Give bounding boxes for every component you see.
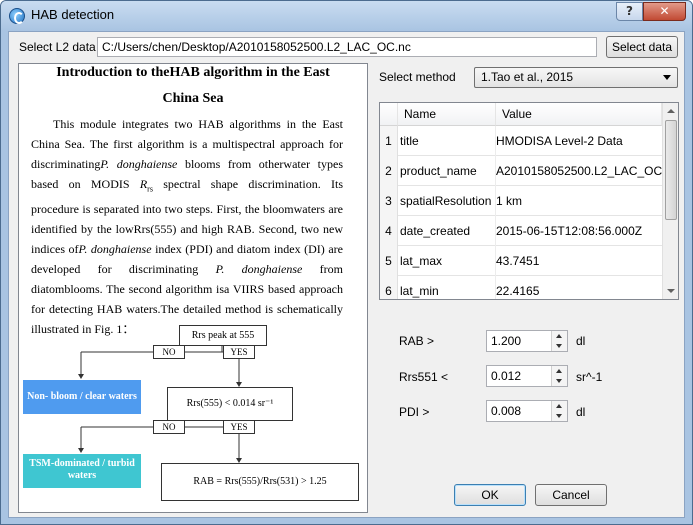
row-number: 1 xyxy=(380,126,398,156)
hab-detection-window: HAB detection ? ✕ Select L2 data C:/User… xyxy=(0,0,693,525)
scroll-down-icon[interactable] xyxy=(667,289,675,293)
table-row[interactable]: 4 date_created 2015-06-15T12:08:56.000Z xyxy=(380,216,662,246)
row-value: A2010158052500.L2_LAC_OC.nc xyxy=(496,164,662,178)
row-number: 5 xyxy=(380,246,398,276)
row-value: 43.7451 xyxy=(496,254,540,268)
row-value: 22.4165 xyxy=(496,284,540,298)
intro-species-a: P. donghaiense xyxy=(100,157,178,171)
dialog-client-area: Select L2 data C:/Users/chen/Desktop/A20… xyxy=(8,31,685,518)
rab-label: RAB > xyxy=(399,334,435,348)
row-name: spatialResolution xyxy=(398,186,496,216)
table-row[interactable]: 5 lat_max 43.7451 xyxy=(380,246,662,276)
method-flowchart: Rrs peak at 555 NO YES Non- bloom / clea… xyxy=(19,316,367,512)
select-data-button[interactable]: Select data xyxy=(606,36,678,58)
intro-species-c: P. donghaiense xyxy=(78,242,152,257)
chevron-down-icon xyxy=(663,75,671,80)
close-button[interactable]: ✕ xyxy=(643,2,686,21)
row-name: date_created xyxy=(398,216,496,246)
row-number: 3 xyxy=(380,186,398,216)
row-value: HMODISA Level-2 Data xyxy=(496,134,623,148)
rrs551-value: 0.012 xyxy=(491,369,522,383)
row-name: lat_min xyxy=(398,276,496,299)
spin-up-icon[interactable] xyxy=(556,404,562,408)
column-header-value[interactable]: Value xyxy=(496,103,662,126)
select-method-label: Select method xyxy=(379,70,456,84)
row-value: 1 km xyxy=(496,194,523,208)
row-name: product_name xyxy=(398,156,496,186)
table-corner-header xyxy=(380,103,398,126)
row-number: 6 xyxy=(380,276,398,299)
flow-yes-2: YES xyxy=(223,420,255,434)
rab-spinbox[interactable]: 1.200 xyxy=(486,330,568,352)
scroll-up-icon[interactable] xyxy=(667,109,675,113)
help-button[interactable]: ? xyxy=(616,2,643,21)
cancel-button[interactable]: Cancel xyxy=(535,484,607,506)
spin-down-icon[interactable] xyxy=(556,344,562,348)
method-combobox[interactable]: 1.Tao et al., 2015 xyxy=(474,67,678,88)
method-selected-value: 1.Tao et al., 2015 xyxy=(481,70,574,84)
rab-unit: dl xyxy=(576,334,586,348)
spin-up-icon[interactable] xyxy=(556,369,562,373)
rrs551-spinbox[interactable]: 0.012 xyxy=(486,365,568,387)
flow-no-1: NO xyxy=(153,345,185,359)
table-row[interactable]: 6 lat_min 22.4165 xyxy=(380,276,662,299)
spin-down-icon[interactable] xyxy=(556,379,562,383)
rrs551-unit: sr^-1 xyxy=(576,370,603,384)
ok-button[interactable]: OK xyxy=(454,484,526,506)
select-l2-data-label: Select L2 data xyxy=(19,40,96,54)
flow-step-rab: RAB = Rrs(555)/Rrs(531) > 1.25 xyxy=(161,463,359,501)
rrs551-label: Rrs551 < xyxy=(399,370,449,384)
app-icon xyxy=(9,8,25,24)
table-row[interactable]: 2 product_name A2010158052500.L2_LAC_OC.… xyxy=(380,156,662,186)
row-name: lat_max xyxy=(398,246,496,276)
pdi-value: 0.008 xyxy=(491,404,522,418)
flow-nonbloom-box: Non- bloom / clear waters xyxy=(23,380,141,414)
table-row[interactable]: 1 title HMODISA Level-2 Data xyxy=(380,126,662,156)
intro-title-line2: China Sea xyxy=(162,91,224,106)
spin-up-icon[interactable] xyxy=(556,334,562,338)
row-value: 2015-06-15T12:08:56.000Z xyxy=(496,224,643,238)
intro-title-line1: Introduction to theHAB algorithm in the … xyxy=(56,65,330,80)
intro-paragraph: This module integrates two HAB algorithm… xyxy=(31,114,343,339)
scroll-thumb[interactable] xyxy=(665,120,677,220)
l2-data-path-field[interactable]: C:/Users/chen/Desktop/A2010158052500.L2_… xyxy=(97,37,597,57)
intro-species-d: P. donghaiense xyxy=(215,262,303,277)
table-vertical-scrollbar[interactable] xyxy=(662,103,678,299)
title-bar[interactable]: HAB detection ? ✕ xyxy=(1,1,692,31)
spin-down-icon[interactable] xyxy=(556,414,562,418)
column-header-name[interactable]: Name xyxy=(398,103,496,126)
flow-tsm-box: TSM-dominated / turbid waters xyxy=(23,454,141,488)
pdi-unit: dl xyxy=(576,405,586,419)
introduction-panel[interactable]: Introduction to theHAB algorithm in the … xyxy=(18,63,368,513)
row-number: 4 xyxy=(380,216,398,246)
flow-yes-1: YES xyxy=(223,345,255,359)
rab-spin-buttons[interactable] xyxy=(551,331,567,351)
pdi-label: PDI > xyxy=(399,405,430,419)
pdi-spin-buttons[interactable] xyxy=(551,401,567,421)
table-row[interactable]: 3 spatialResolution 1 km xyxy=(380,186,662,216)
metadata-table[interactable]: Name Value 1 title HMODISA Level-2 Data … xyxy=(379,102,679,300)
rrs551-spin-buttons[interactable] xyxy=(551,366,567,386)
flow-step-rrs-peak: Rrs peak at 555 xyxy=(179,325,267,346)
flow-step-rrs555: Rrs(555) < 0.014 sr⁻¹ xyxy=(167,387,293,421)
row-name: title xyxy=(398,126,496,156)
row-number: 2 xyxy=(380,156,398,186)
rab-value: 1.200 xyxy=(491,334,522,348)
flow-no-2: NO xyxy=(153,420,185,434)
pdi-spinbox[interactable]: 0.008 xyxy=(486,400,568,422)
window-title: HAB detection xyxy=(31,7,115,22)
